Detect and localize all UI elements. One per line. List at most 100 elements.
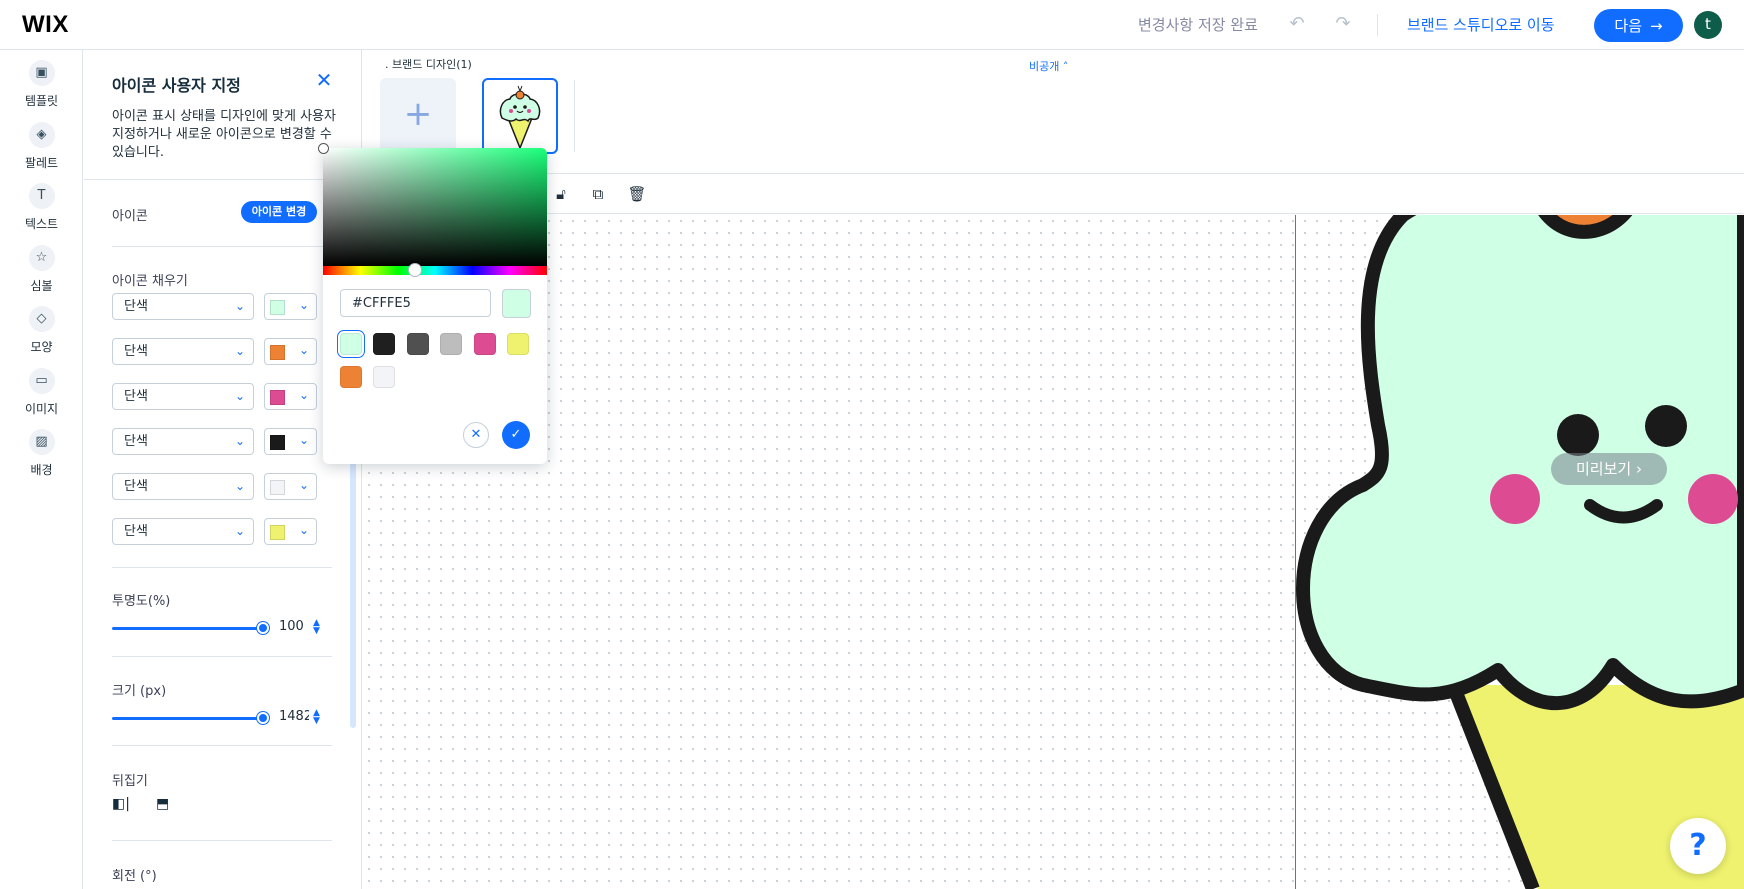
background-icon: ▨ [28, 429, 55, 455]
opacity-stepper[interactable]: ▲ ▼ [313, 619, 320, 636]
preset-color-chip[interactable] [507, 333, 529, 355]
color-swatch [270, 345, 285, 360]
fill-color-button[interactable]: ⌄ [264, 293, 317, 320]
panel-title: 아이콘 사용자 지정 [112, 76, 241, 95]
rail-item-template[interactable]: ▣ 템플릿 [0, 60, 83, 109]
canvas-area: . 브랜드 디자인(1) 비공개 ˄ + 🔓︎ ⧉ 🗑︎ 미리보기 › ? [363, 50, 1744, 889]
saturation-brightness-area[interactable] [318, 143, 547, 266]
next-button[interactable]: 다음 → [1594, 9, 1683, 42]
preset-color-chip[interactable] [407, 333, 429, 355]
fill-type-select[interactable]: 단색 ⌄ [112, 428, 254, 455]
color-swatch [270, 300, 285, 315]
rail-item-label: 이미지 [24, 402, 59, 416]
chevron-down-icon: ⌄ [234, 434, 245, 448]
undo-icon[interactable]: ↶ [1286, 13, 1308, 35]
color-picker-popover: ✕ ✓ [318, 143, 547, 464]
color-swatch [270, 435, 285, 450]
rail-item-shapes[interactable]: ◇ 모양 [0, 306, 83, 355]
rail-item-label: 모양 [30, 340, 53, 354]
chevron-down-icon: ⌄ [298, 478, 309, 492]
color-swatch [270, 525, 285, 540]
wix-logo[interactable]: WIX [22, 11, 69, 39]
brand-designs-label: . 브랜드 디자인(1) [385, 58, 472, 71]
fill-type-select[interactable]: 단색 ⌄ [112, 338, 254, 365]
duplicate-icon[interactable]: ⧉ [587, 183, 609, 205]
design-thumbnail[interactable] [482, 78, 558, 154]
color-swatch [270, 390, 285, 405]
preset-color-chip[interactable] [474, 333, 496, 355]
flip-label: 뒤집기 [112, 774, 148, 789]
opacity-label: 투명도(%) [112, 594, 171, 609]
designs-strip: . 브랜드 디자인(1) 비공개 ˄ + [363, 50, 1744, 174]
brand-studio-link[interactable]: 브랜드 스튜디오로 이동 [1407, 14, 1555, 35]
divider [574, 80, 575, 152]
size-stepper[interactable]: ▲ ▼ [313, 709, 320, 726]
preset-color-chip[interactable] [440, 333, 462, 355]
fill-color-button[interactable]: ⌄ [264, 428, 317, 455]
fill-color-button[interactable]: ⌄ [264, 473, 317, 500]
palette-icon: ◈ [28, 122, 55, 148]
preset-color-chip[interactable] [373, 366, 395, 388]
rail-item-symbol[interactable]: ☆ 심볼 [0, 245, 83, 294]
element-toolbar: 🔓︎ ⧉ 🗑︎ [363, 174, 1744, 214]
rail-item-label: 배경 [30, 463, 53, 477]
close-icon[interactable]: ✕ [312, 68, 336, 92]
chevron-down-icon: ⌄ [234, 389, 245, 403]
top-bar: WIX 변경사항 저장 완료 ↶ ↷ 브랜드 스튜디오로 이동 다음 → t [0, 0, 1744, 50]
ice-cream-icon[interactable] [1293, 215, 1744, 889]
hue-handle[interactable] [407, 263, 422, 277]
chevron-down-icon: ⌄ [234, 479, 245, 493]
fill-color-button[interactable]: ⌄ [264, 518, 317, 545]
opacity-value[interactable]: 100 [279, 619, 309, 634]
rail-item-label: 템플릿 [24, 94, 59, 108]
size-value[interactable]: 1482 [279, 709, 309, 724]
size-slider[interactable] [112, 712, 269, 724]
fill-type-select[interactable]: 단색 ⌄ [112, 473, 254, 500]
fill-color-button[interactable]: ⌄ [264, 383, 317, 410]
save-status: 변경사항 저장 완료 [1138, 16, 1258, 34]
chevron-down-icon: ⌄ [298, 343, 309, 357]
rail-item-label: 팔레트 [24, 156, 59, 170]
design-workspace[interactable]: 미리보기 › ? [363, 215, 1744, 889]
chevron-down-icon: ⌄ [298, 523, 309, 537]
rail-item-text[interactable]: T 텍스트 [0, 183, 83, 232]
lock-icon[interactable]: 🔓︎ [550, 183, 572, 205]
confirm-button[interactable]: ✓ [502, 421, 530, 449]
cancel-button[interactable]: ✕ [463, 422, 489, 448]
private-toggle[interactable]: 비공개 ˄ [1029, 58, 1068, 74]
fill-type-value: 단색 [124, 524, 148, 539]
rail-item-image[interactable]: ▭ 이미지 [0, 368, 83, 417]
preset-color-chip[interactable] [340, 333, 362, 355]
hex-input[interactable] [340, 289, 491, 317]
preset-color-chip[interactable] [373, 333, 395, 355]
preset-color-chip[interactable] [340, 366, 362, 388]
divider [112, 246, 332, 247]
flip-vertical-icon[interactable]: ⬒ [156, 796, 169, 812]
redo-icon[interactable]: ↷ [1332, 13, 1354, 35]
fill-type-select[interactable]: 단색 ⌄ [112, 293, 254, 320]
help-button[interactable]: ? [1670, 818, 1726, 874]
fill-type-value: 단색 [124, 344, 148, 359]
preview-label: 미리보기 [1576, 460, 1632, 478]
trash-icon[interactable]: 🗑︎ [626, 183, 648, 205]
template-icon: ▣ [28, 60, 55, 86]
color-handle[interactable] [318, 143, 329, 154]
fill-type-value: 단색 [124, 299, 148, 314]
slider-handle[interactable] [257, 712, 269, 724]
fill-color-button[interactable]: ⌄ [264, 338, 317, 365]
preview-button[interactable]: 미리보기 › [1551, 453, 1667, 485]
add-design-button[interactable]: + [380, 78, 456, 154]
fill-type-select[interactable]: 단색 ⌄ [112, 383, 254, 410]
rail-item-background[interactable]: ▨ 배경 [0, 429, 83, 478]
opacity-slider[interactable] [112, 622, 269, 634]
rail-item-palette[interactable]: ◈ 팔레트 [0, 122, 83, 171]
chevron-down-icon: ⌄ [298, 433, 309, 447]
fill-type-select[interactable]: 단색 ⌄ [112, 518, 254, 545]
avatar[interactable]: t [1694, 11, 1722, 39]
hue-slider[interactable] [323, 263, 547, 277]
size-label: 크기 (px) [112, 684, 167, 699]
slider-handle[interactable] [257, 622, 269, 634]
flip-horizontal-icon[interactable]: ◧| [112, 796, 130, 812]
change-icon-button[interactable]: 아이콘 변경 [241, 201, 317, 223]
text-icon: T [28, 183, 55, 209]
